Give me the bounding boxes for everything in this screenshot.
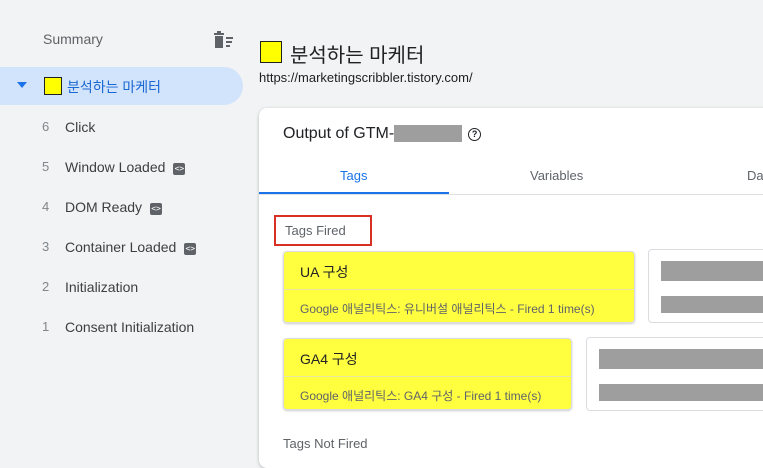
event-sidebar: Summary 분석하는 마케터 6 Click 5 Window Loaded… [0, 0, 250, 461]
tag-subtitle: Google 애널리틱스: 유니버설 애널리틱스 - Fired 1 time(… [300, 302, 595, 316]
event-item-click[interactable]: 6 Click [0, 119, 243, 139]
tags-not-fired-heading: Tags Not Fired [283, 436, 368, 451]
event-label: Click [65, 119, 96, 135]
event-label: Consent Initialization [65, 319, 195, 335]
event-number: 5 [42, 159, 50, 174]
event-number: 4 [42, 199, 50, 214]
code-icon: <> [184, 243, 197, 255]
tab-tags[interactable]: Tags [340, 168, 367, 183]
output-title: Output of GTM-? [283, 125, 482, 143]
output-card: Output of GTM-? Tags Variables Da Tags F… [259, 108, 763, 468]
redacted-text [599, 384, 763, 401]
clear-messages-icon[interactable] [212, 30, 234, 50]
event-number: 1 [42, 319, 50, 334]
code-icon: <> [173, 163, 186, 175]
summary-heading[interactable]: Summary [43, 31, 103, 47]
color-square-icon [44, 77, 62, 95]
page-title: 분석하는 마케터 [290, 45, 425, 67]
tab-variables[interactable]: Variables [530, 168, 583, 183]
caret-down-icon[interactable] [17, 82, 27, 88]
event-item-initialization[interactable]: 2 Initialization [0, 279, 243, 299]
event-label: DOM Ready [65, 199, 143, 215]
event-item-consent-initialization[interactable]: 1 Consent Initialization [0, 319, 243, 339]
tag-divider [284, 376, 571, 377]
selected-event-label: 분석하는 마케터 [67, 79, 162, 95]
event-item-dom-ready[interactable]: 4 DOM Ready <> [0, 199, 243, 219]
redacted-text [661, 296, 763, 313]
redacted-tag-card[interactable] [648, 249, 763, 323]
redacted-text [599, 349, 763, 369]
event-label: Window Loaded [65, 159, 166, 175]
redacted-tag-card[interactable] [586, 337, 763, 411]
event-number: 6 [42, 119, 50, 134]
tab-data-layer[interactable]: Da [747, 168, 763, 183]
redacted-container-id [394, 125, 463, 143]
tag-card-ga4[interactable]: GA4 구성 Google 애널리틱스: GA4 구성 - Fired 1 ti… [283, 338, 572, 410]
selected-event-item[interactable]: 분석하는 마케터 [0, 67, 243, 105]
event-label: Container Loaded [65, 239, 177, 255]
tag-name: UA 구성 [300, 264, 349, 280]
tags-fired-heading: Tags Fired [285, 223, 346, 238]
page-url: https://marketingscribbler.tistory.com/ [259, 70, 473, 85]
active-tab-indicator [259, 192, 449, 194]
redacted-text [661, 261, 763, 281]
tag-card-ua[interactable]: UA 구성 Google 애널리틱스: 유니버설 애널리틱스 - Fired 1… [283, 251, 635, 323]
event-item-window-loaded[interactable]: 5 Window Loaded <> [0, 159, 243, 179]
tab-bar: Tags Variables Da [259, 156, 763, 195]
event-number: 2 [42, 279, 50, 294]
tag-subtitle: Google 애널리틱스: GA4 구성 - Fired 1 time(s) [300, 389, 542, 403]
tag-name: GA4 구성 [300, 351, 358, 367]
tags-fired-callout: Tags Fired [274, 215, 372, 246]
event-number: 3 [42, 239, 50, 254]
output-title-text: Output of GTM- [283, 125, 395, 142]
event-label: Initialization [65, 279, 139, 295]
event-item-container-loaded[interactable]: 3 Container Loaded <> [0, 239, 243, 259]
help-icon[interactable]: ? [468, 128, 482, 141]
tag-divider [284, 289, 634, 290]
code-icon: <> [150, 203, 163, 215]
color-square-icon [260, 41, 282, 63]
